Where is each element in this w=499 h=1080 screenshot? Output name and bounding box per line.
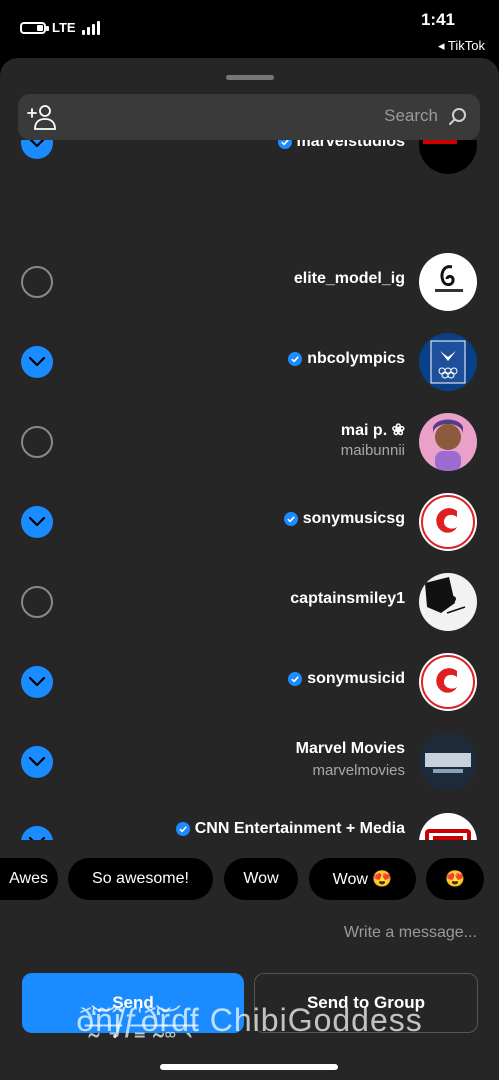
quick-reply-chip[interactable]: Awes: [0, 858, 58, 900]
avatar: [419, 573, 477, 631]
contact-username: CNN Entertainment + Media: [175, 820, 405, 838]
unselected-circle-icon[interactable]: [21, 266, 53, 298]
list-item[interactable]: nbcolympics: [0, 322, 499, 402]
list-item[interactable]: Marvel Movies marvelmovies: [0, 722, 499, 802]
home-indicator[interactable]: [160, 1064, 338, 1070]
list-item[interactable]: sonymusicid: [0, 642, 499, 722]
contact-username: sonymusicsg: [283, 510, 405, 528]
quick-reply-label: Awes: [9, 870, 48, 887]
battery-icon: [20, 21, 49, 34]
selected-check-icon[interactable]: [21, 140, 53, 159]
selected-check-icon[interactable]: [21, 826, 53, 840]
list-item[interactable]: CNN Entertainment + Media cnnentertainme…: [0, 802, 499, 840]
contact-username: sonymusicid: [288, 670, 405, 688]
selected-check-icon[interactable]: [21, 746, 53, 778]
selected-check-icon[interactable]: [21, 346, 53, 378]
add-people-icon[interactable]: [26, 103, 58, 131]
quick-reply-label: Wow 😍: [332, 871, 393, 888]
drag-handle[interactable]: [226, 75, 274, 80]
contact-full-name: maibunnii: [340, 442, 405, 459]
network-label: LTE: [52, 20, 76, 35]
avatar: [419, 493, 477, 551]
list-item[interactable]: captainsmiley1: [0, 562, 499, 642]
avatar: [419, 733, 477, 791]
search-input[interactable]: Search: [384, 106, 438, 126]
quick-reply-chip[interactable]: Wow: [224, 858, 298, 900]
unselected-circle-icon[interactable]: [21, 586, 53, 618]
contact-username: marvelstudios: [277, 140, 405, 151]
quick-reply-label: Wow: [243, 870, 279, 887]
selected-check-icon[interactable]: [21, 666, 53, 698]
avatar: [419, 653, 477, 711]
unselected-circle-icon[interactable]: [21, 426, 53, 458]
search-bar[interactable]: Search: [18, 94, 480, 140]
contact-username: Marvel Movies: [295, 740, 405, 757]
search-icon: [449, 108, 466, 125]
status-time: 1:41: [420, 10, 455, 29]
contact-username: captainsmiley1: [290, 590, 405, 607]
avatar: [419, 253, 477, 311]
avatar: [419, 413, 477, 471]
status-left: LTE: [20, 20, 100, 35]
verified-icon: [277, 140, 292, 149]
avatar: [419, 333, 477, 391]
list-item[interactable]: marvelstudios: [0, 140, 499, 185]
signal-icon: [81, 20, 100, 35]
quick-reply-label: So awesome!: [92, 870, 189, 887]
verified-icon: [288, 352, 303, 366]
contact-username: elite_model_ig: [293, 270, 405, 287]
contact-list: marvelstudios elite_model_ig nbcolympics…: [0, 140, 499, 840]
avatar: [419, 813, 477, 840]
verified-icon: [288, 672, 303, 686]
contact-full-name: marvelmovies: [312, 762, 405, 779]
quick-reply-label: 😍: [445, 871, 465, 888]
avatar: [419, 140, 477, 174]
list-item[interactable]: elite_model_ig: [0, 242, 499, 322]
verified-icon: [175, 822, 190, 836]
contact-username: mai p. ❀: [340, 422, 405, 439]
watermark-text: ð̶̰̒͘͝ñ̶͉ĵ̸̇ƒ̶̳̍ð̶̰̒͘͝ř̶͚ɗ̶̖ƭ ChibiGodde…: [76, 1002, 423, 1038]
share-sheet: Search marvelstudios elite_model_ig nbco…: [0, 58, 499, 1080]
quick-reply-chip[interactable]: So awesome!: [68, 858, 213, 900]
verified-icon: [283, 512, 298, 526]
back-to-app-link[interactable]: ◂ TikTok: [438, 38, 485, 54]
selected-check-icon[interactable]: [21, 506, 53, 538]
message-input[interactable]: Write a message...: [344, 924, 477, 942]
contact-username: nbcolympics: [288, 350, 405, 368]
list-item[interactable]: mai p. ❀ maibunnii: [0, 402, 499, 482]
quick-reply-chip[interactable]: Wow 😍: [309, 858, 416, 900]
quick-reply-chip[interactable]: 😍: [426, 858, 484, 900]
list-item[interactable]: sonymusicsg: [0, 482, 499, 562]
status-bar: LTE 1:41 ◂ TikTok: [0, 0, 499, 58]
quick-replies: Awes So awesome! Wow Wow 😍 😍: [0, 858, 499, 900]
